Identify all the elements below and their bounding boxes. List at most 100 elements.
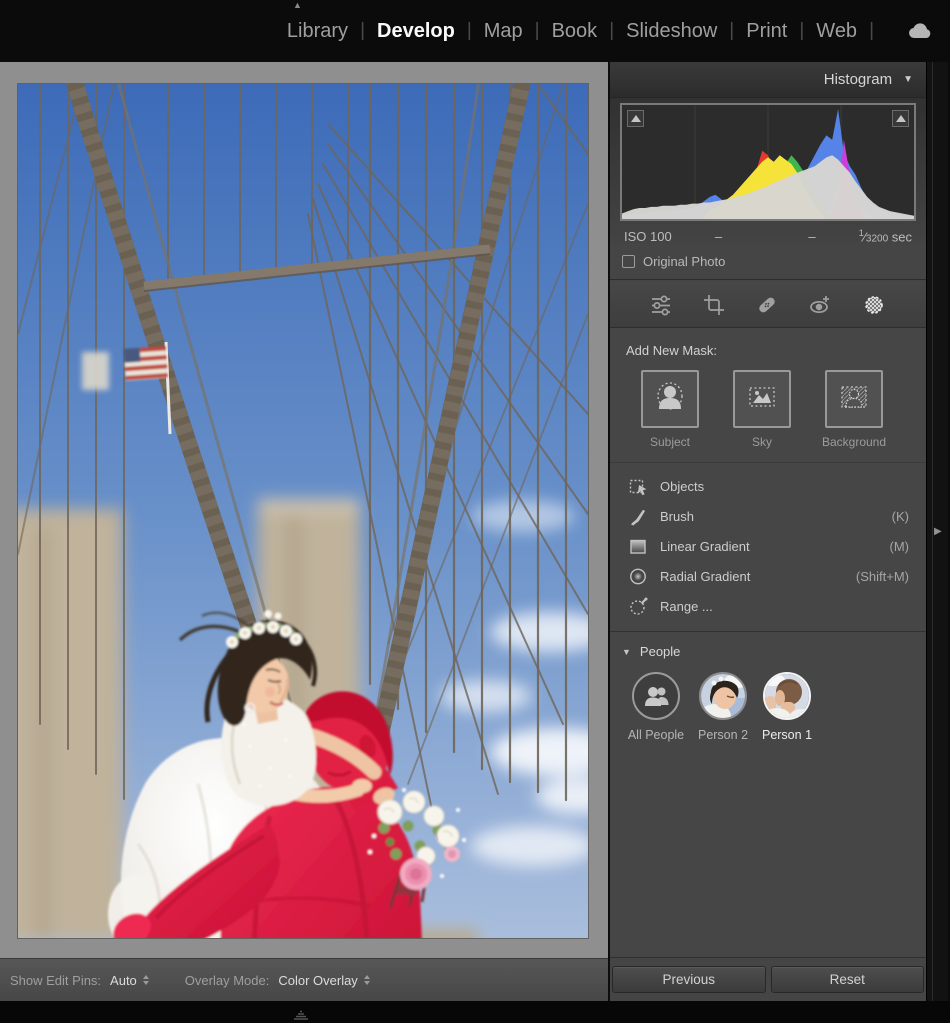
- previous-button[interactable]: Previous: [612, 966, 766, 993]
- subject-label: Subject: [650, 435, 690, 449]
- range-icon: [627, 596, 649, 616]
- radial-gradient-icon: [627, 566, 649, 586]
- original-photo-checkbox[interactable]: [622, 255, 635, 268]
- tool-label: Radial Gradient: [660, 569, 750, 584]
- tool-shortcut: (M): [890, 539, 910, 554]
- photo-canvas[interactable]: [18, 84, 588, 938]
- iso-value: ISO 100: [624, 229, 672, 244]
- overlay-mode-label: Overlay Mode:: [185, 973, 270, 988]
- shadow-clipping-indicator[interactable]: [627, 110, 644, 127]
- people-header[interactable]: ▼ People: [622, 644, 914, 659]
- nav-separator: |: [799, 20, 804, 42]
- nav-separator: |: [467, 20, 472, 42]
- right-panel-edge-strip[interactable]: ▶: [926, 62, 948, 1001]
- exif-info-row: ISO 100 – – 1⁄3200 sec: [610, 221, 926, 244]
- subject-mask-icon: [652, 379, 688, 420]
- objects-icon: [627, 476, 649, 496]
- photo-canvas-area: Show Edit Pins: Auto Overlay Mode: Color…: [0, 62, 610, 1001]
- person-1-avatar: [763, 672, 811, 720]
- person-1-item[interactable]: Person 1: [756, 672, 818, 742]
- tab-book[interactable]: Book: [552, 20, 598, 43]
- histogram-panel-header[interactable]: Histogram ▼: [610, 62, 926, 98]
- nav-separator: |: [869, 20, 874, 42]
- dropdown-arrows-icon[interactable]: [364, 975, 370, 985]
- nav-separator: |: [360, 20, 365, 42]
- add-new-mask-label: Add New Mask:: [626, 343, 926, 358]
- nav-separator: |: [729, 20, 734, 42]
- people-section: ▼ People: [610, 631, 926, 742]
- tab-print[interactable]: Print: [746, 20, 787, 43]
- exposure-value: –: [765, 229, 859, 244]
- mask-background-button[interactable]: Background: [825, 370, 883, 449]
- module-picker-bar: ▲ Library | Develop | Map | Book | Slide…: [0, 0, 950, 62]
- sky-mask-icon: [744, 379, 780, 420]
- edit-sliders-icon[interactable]: [648, 292, 674, 318]
- module-nav: Library | Develop | Map | Book | Slidesh…: [287, 20, 934, 43]
- tab-slideshow[interactable]: Slideshow: [626, 20, 717, 43]
- tool-label: Range ...: [660, 599, 713, 614]
- mask-tool-linear-gradient[interactable]: Linear Gradient (M): [627, 531, 909, 561]
- people-avatars: All People: [622, 672, 914, 742]
- highlight-clipping-indicator[interactable]: [892, 110, 909, 127]
- background-label: Background: [822, 435, 886, 449]
- original-photo-label: Original Photo: [643, 254, 725, 269]
- tab-library[interactable]: Library: [287, 20, 348, 43]
- ai-mask-buttons: Subject Sky: [610, 370, 926, 449]
- histogram-section: ISO 100 – – 1⁄3200 sec Original Photo: [610, 98, 926, 282]
- mask-subject-button[interactable]: Subject: [641, 370, 699, 449]
- disclosure-triangle-icon[interactable]: ▼: [622, 647, 631, 657]
- tool-label: Linear Gradient: [660, 539, 750, 554]
- tab-develop[interactable]: Develop: [377, 20, 455, 43]
- filmstrip-collapsed-strip[interactable]: [0, 1001, 950, 1023]
- tab-web[interactable]: Web: [816, 20, 857, 43]
- tool-shortcut: (K): [892, 509, 909, 524]
- panel-empty-space: [610, 742, 926, 957]
- filmstrip-reveal-arrow-icon[interactable]: [292, 1008, 310, 1023]
- crop-tool-icon[interactable]: [701, 292, 727, 318]
- masking-panel: Add New Mask: Subject: [610, 328, 926, 1001]
- tab-map[interactable]: Map: [484, 20, 523, 43]
- show-edit-pins-dropdown[interactable]: Auto: [110, 973, 137, 988]
- panel-bottom-buttons: Previous Reset: [610, 957, 926, 1001]
- mask-tool-objects[interactable]: Objects: [627, 471, 909, 501]
- avatar-label: Person 1: [762, 728, 812, 742]
- collapse-arrow-icon[interactable]: ▼: [903, 74, 913, 85]
- tool-shortcut: (Shift+M): [856, 569, 909, 584]
- tool-label: Objects: [660, 479, 704, 494]
- cloud-sync-icon[interactable]: [906, 21, 934, 41]
- people-title: People: [640, 644, 680, 659]
- histogram-title: Histogram: [824, 71, 892, 88]
- linear-gradient-icon: [627, 536, 649, 556]
- avatar-label: Person 2: [698, 728, 748, 742]
- all-people-item[interactable]: All People: [622, 672, 690, 742]
- show-edit-pins-label: Show Edit Pins:: [10, 973, 101, 988]
- right-panel: Histogram ▼ ISO 100 – – 1⁄3200 sec Ori: [610, 62, 926, 1001]
- mask-tool-radial-gradient[interactable]: Radial Gradient (Shift+M): [627, 561, 909, 591]
- mask-tool-range[interactable]: Range ...: [627, 591, 909, 621]
- nav-separator: |: [535, 20, 540, 42]
- overlay-mode-dropdown[interactable]: Color Overlay: [278, 973, 357, 988]
- dropdown-arrows-icon[interactable]: [143, 975, 149, 985]
- tool-strip: [610, 282, 926, 328]
- background-mask-icon: [836, 379, 872, 420]
- shutter-speed-value: 1⁄3200 sec: [859, 228, 912, 244]
- histogram-chart[interactable]: [620, 103, 916, 221]
- reset-button[interactable]: Reset: [771, 966, 925, 993]
- red-eye-tool-icon[interactable]: [807, 292, 833, 318]
- aperture-value: –: [672, 229, 766, 244]
- nav-separator: |: [609, 20, 614, 42]
- panel-expand-arrow-icon[interactable]: ▶: [934, 526, 942, 537]
- avatar-label: All People: [628, 728, 684, 742]
- mask-sky-button[interactable]: Sky: [733, 370, 791, 449]
- mask-tool-brush[interactable]: Brush (K): [627, 501, 909, 531]
- develop-toolbar: Show Edit Pins: Auto Overlay Mode: Color…: [0, 958, 608, 1001]
- person-2-avatar: [699, 672, 747, 720]
- lightroom-develop-window: ▲ Library | Develop | Map | Book | Slide…: [0, 0, 950, 1023]
- photo-illustration: [18, 84, 588, 938]
- healing-tool-icon[interactable]: [754, 292, 780, 318]
- top-panel-reveal-arrow[interactable]: ▲: [293, 1, 302, 10]
- mask-tools-list: Objects Brush (K): [610, 462, 926, 625]
- brush-icon: [627, 506, 649, 526]
- person-2-item[interactable]: Person 2: [692, 672, 754, 742]
- masking-tool-icon[interactable]: [860, 291, 888, 319]
